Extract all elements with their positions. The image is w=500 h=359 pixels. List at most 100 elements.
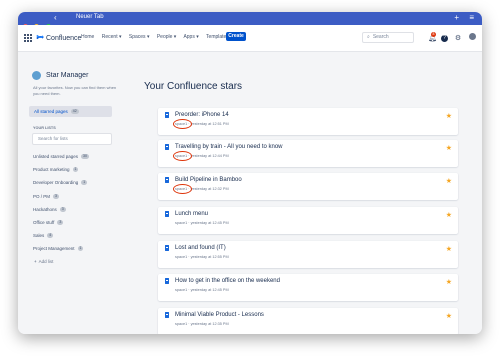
nav-recent[interactable]: Recent ▾ (102, 34, 122, 40)
confluence-logo[interactable]: Confluence (36, 33, 81, 42)
star-icon[interactable]: ★ (446, 112, 452, 120)
star-icon[interactable]: ★ (446, 144, 452, 152)
add-list-label: Add list (38, 259, 54, 264)
app-switcher-icon[interactable] (24, 34, 32, 42)
page-icon (165, 312, 169, 318)
your-lists-heading: YOUR LISTS (33, 126, 56, 130)
list-item[interactable]: Sales 4 (33, 232, 89, 245)
list-item[interactable]: Developer Onboarding 1 (33, 179, 89, 192)
starred-page-card[interactable]: Lunch menu space1 · yesterday at 12:45 P… (158, 207, 458, 234)
star-icon[interactable]: ★ (446, 278, 452, 286)
sidebar-title: Star Manager (46, 72, 89, 79)
browser-window: ‹ Neuer Tab + ≡ Confluence Home Recent ▾… (18, 12, 482, 334)
lists: Unlisted starred pages 30 Product marketi… (33, 153, 89, 259)
card-title[interactable]: How to get in the office on the weekend (175, 278, 280, 284)
bell-icon[interactable]: 🔔︎ 8 (428, 32, 437, 42)
confluence-logo-text: Confluence (46, 35, 82, 42)
card-meta: space1 · yesterday at 12:45 PM (175, 288, 229, 292)
list-search-placeholder: Search for lists (38, 136, 68, 141)
plus-icon[interactable]: + (454, 13, 459, 22)
nav-apps[interactable]: Apps ▾ (183, 34, 198, 40)
all-starred-label: All starred pages (34, 109, 68, 114)
card-title[interactable]: Minimal Viable Product - Lessons (175, 312, 264, 318)
card-meta: space1 · yesterday at 12:45 PM (175, 221, 229, 225)
sidebar-description: All your favorites. Now you can find the… (33, 85, 117, 96)
page-icon (165, 112, 169, 118)
list-item-label: Sales (33, 233, 45, 239)
highlight-circle (173, 119, 192, 129)
starred-page-card[interactable]: Travelling by train - All you need to kn… (158, 140, 458, 167)
avatar[interactable] (469, 33, 477, 40)
page-icon (165, 245, 169, 251)
list-item-label: Developer Onboarding (33, 180, 79, 186)
count-badge: 4 (47, 233, 54, 239)
nav-menu: Home Recent ▾ Spaces ▾ People ▾ Apps ▾ T… (81, 34, 235, 40)
list-item[interactable]: Hackathons 3 (33, 206, 89, 219)
count-badge: 3 (53, 193, 59, 199)
card-title[interactable]: Travelling by train - All you need to kn… (175, 144, 283, 150)
sidebar-item-all-starred[interactable]: All starred pages 42 (29, 106, 112, 117)
star-icon[interactable]: ★ (446, 245, 452, 253)
browser-actions: + ≡ (446, 13, 474, 22)
list-item-label: PO / PM (33, 193, 51, 199)
starred-page-card[interactable]: Lost and found (IT) space1 · yesterday a… (158, 241, 458, 268)
list-item[interactable]: Product marketing 1 (33, 166, 89, 179)
sidebar: Star Manager All your favorites. Now you… (18, 52, 122, 334)
plus-icon: + (34, 259, 37, 264)
list-item[interactable]: Office stuff 3 (33, 219, 89, 232)
page-icon (165, 144, 169, 150)
star-manager-icon (32, 71, 41, 80)
highlight-circle (173, 184, 192, 194)
list-item-label: Office stuff (33, 219, 55, 225)
list-item-label: Product marketing (33, 167, 70, 173)
search-placeholder: Search (372, 34, 389, 40)
page-icon (165, 278, 169, 284)
gear-icon[interactable]: ⚙ (455, 35, 461, 42)
count-badge: 1 (81, 180, 88, 186)
chevron-left-icon[interactable]: ‹ (54, 13, 57, 22)
list-item[interactable]: PO / PM 3 (33, 193, 89, 206)
top-navigation: Confluence Home Recent ▾ Spaces ▾ People… (18, 25, 482, 52)
card-title[interactable]: Preorder: iPhone 14 (175, 112, 229, 118)
nav-people[interactable]: People ▾ (157, 34, 176, 40)
nav-spaces[interactable]: Spaces ▾ (129, 34, 150, 40)
notification-badge: 8 (431, 32, 436, 37)
starred-page-card[interactable]: Preorder: iPhone 14 space1 · yesterday a… (158, 108, 458, 135)
card-title[interactable]: Lunch menu (175, 211, 208, 217)
count-badge: 30 (81, 154, 89, 159)
card-meta: space1 · yesterday at 12:55 PM (175, 255, 229, 259)
search-input[interactable]: ⌕ Search (362, 32, 414, 43)
card-title[interactable]: Build Pipeline in Bamboo (175, 177, 242, 183)
starred-page-card[interactable]: How to get in the office on the weekend … (158, 274, 458, 301)
menu-icon[interactable]: ≡ (469, 13, 474, 22)
card-meta: space1 · yesterday at 12:35 PM (175, 322, 229, 326)
page-icon (165, 211, 169, 217)
count-badge: 3 (57, 219, 64, 225)
page-icon (165, 177, 169, 183)
star-icon[interactable]: ★ (446, 312, 452, 320)
list-item-label: Project Management (33, 246, 75, 252)
starred-page-card[interactable]: Minimal Viable Product - Lessons space1 … (158, 308, 458, 334)
list-item-label: Unlisted starred pages (33, 154, 79, 159)
browser-tab-title[interactable]: Neuer Tab (76, 14, 104, 20)
browser-titlebar: ‹ Neuer Tab + ≡ (18, 12, 482, 29)
add-list-button[interactable]: + Add list (34, 259, 53, 264)
list-item[interactable]: Project Management 1 (33, 245, 89, 258)
list-item-label: Hackathons (33, 206, 57, 212)
nav-icons: 🔔︎ 8 ? ⚙ (428, 32, 477, 42)
create-button[interactable]: Create (226, 32, 246, 41)
card-title[interactable]: Lost and found (IT) (175, 245, 226, 251)
search-icon: ⌕ (367, 34, 370, 40)
page-title: Your Confluence stars (144, 81, 243, 92)
count-badge: 3 (59, 206, 66, 212)
nav-home[interactable]: Home (81, 34, 94, 40)
starred-page-card[interactable]: Build Pipeline in Bamboo space1 · yester… (158, 173, 458, 200)
list-search-input[interactable]: Search for lists (32, 133, 112, 145)
confluence-logo-icon (36, 34, 44, 40)
count-badge: 1 (72, 167, 79, 173)
list-item[interactable]: Unlisted starred pages 30 (33, 153, 89, 166)
star-icon[interactable]: ★ (446, 177, 452, 185)
help-icon[interactable]: ? (440, 35, 448, 42)
star-icon[interactable]: ★ (446, 211, 452, 219)
count-badge: 42 (70, 109, 79, 114)
